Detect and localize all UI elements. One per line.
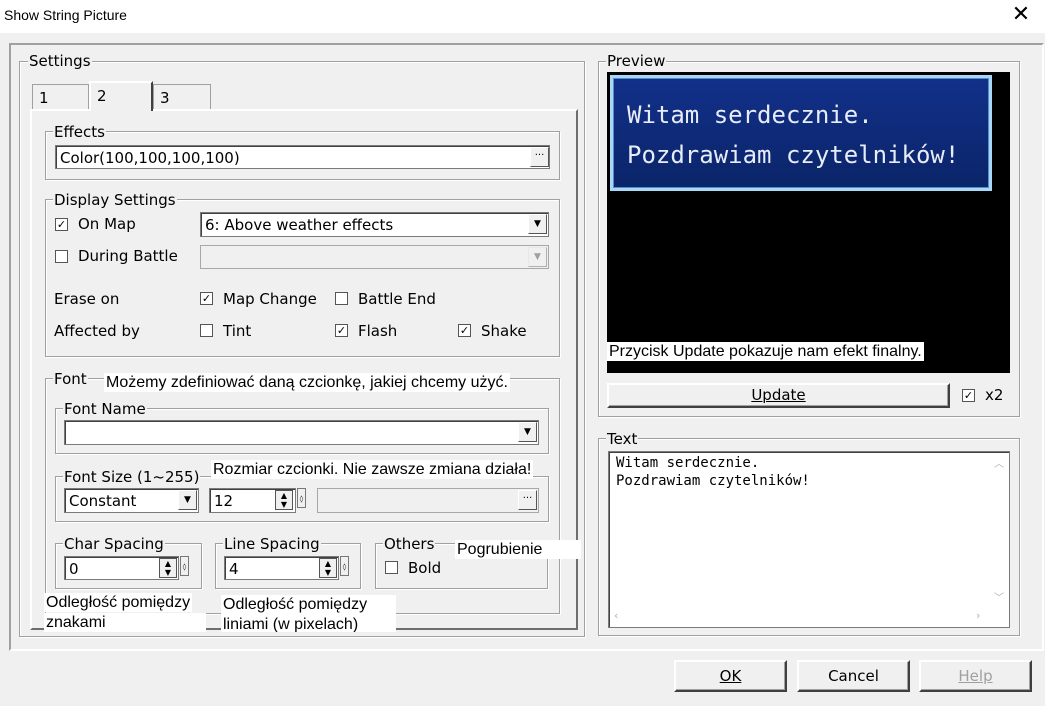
cancel-button[interactable]: Cancel — [797, 660, 910, 692]
font-size-stepper[interactable]: ▲ ▼ — [275, 490, 293, 510]
annotation-update: Przycisk Update pokazuje nam efekt final… — [607, 342, 924, 361]
line-spacing-value: 4 — [229, 560, 239, 578]
line-spacing-input[interactable]: 4 ▲ ▼ — [224, 556, 339, 580]
title-bar: Show String Picture ✕ — [0, 0, 1045, 33]
x2-label: x2 — [985, 386, 1004, 404]
preview-line-1: Witam serdecznie. — [627, 101, 873, 129]
font-size-value: 12 — [214, 492, 234, 510]
annotation-bold: Pogrubienie — [455, 540, 581, 559]
font-size-ellipsis-button[interactable]: ··· — [518, 490, 537, 510]
battle-end-label: Battle End — [358, 290, 436, 308]
text-line-1: Witam serdecznie. — [616, 455, 760, 471]
tint-label: Tint — [223, 322, 252, 340]
map-change-label: Map Change — [223, 290, 317, 308]
scrollbar-vertical[interactable]: ︿ ﹀ — [989, 453, 1008, 608]
font-size-input[interactable]: 12 ▲ ▼ — [209, 488, 296, 513]
update-button-label: Update — [751, 386, 806, 404]
preview-legend: Preview — [606, 52, 667, 70]
on-map-label: On Map — [78, 215, 136, 233]
annotation-line-spacing-2: liniami (w pixelach) — [221, 615, 396, 632]
flash-checkbox[interactable]: ✓ — [335, 324, 348, 337]
font-size-var-icon[interactable]: ◊ — [297, 488, 306, 508]
annotation-char-spacing-2: znakami — [44, 613, 206, 632]
tab-3[interactable]: 3 — [153, 84, 211, 110]
during-battle-label: During Battle — [78, 247, 178, 265]
during-battle-select[interactable]: ▼ — [200, 245, 549, 269]
effects-value: Color(100,100,100,100) — [60, 149, 240, 167]
line-spacing-stepper[interactable]: ▲ ▼ — [319, 558, 337, 578]
cancel-button-label: Cancel — [828, 667, 879, 685]
shake-checkbox[interactable]: ✓ — [458, 324, 471, 337]
preview-line-2: Pozdrawiam czytelników! — [627, 141, 960, 169]
tab-2[interactable]: 2 — [89, 81, 153, 111]
battle-end-checkbox[interactable] — [335, 292, 348, 305]
flash-label: Flash — [358, 322, 398, 340]
on-map-select[interactable]: 6: Above weather effects ▼ — [200, 212, 549, 237]
chevron-down-icon[interactable]: ▼ — [528, 247, 547, 267]
bold-checkbox[interactable] — [385, 561, 398, 574]
during-battle-checkbox[interactable] — [55, 250, 68, 263]
effects-legend: Effects — [53, 123, 106, 141]
affected-by-label: Affected by — [54, 322, 140, 340]
char-spacing-stepper[interactable]: ▲ ▼ — [159, 558, 177, 578]
help-button[interactable]: Help — [919, 660, 1032, 692]
font-legend: Font — [53, 370, 88, 388]
font-size-legend: Font Size (1~255) — [63, 468, 201, 486]
tab-3-label: 3 — [160, 89, 170, 107]
tint-checkbox[interactable] — [200, 324, 213, 337]
chevron-down-icon[interactable]: ▼ — [528, 214, 547, 234]
ok-button[interactable]: OK — [674, 660, 787, 692]
chevron-down-icon[interactable]: ▼ — [178, 490, 197, 510]
annotation-char-spacing-1: Odległość pomiędzy — [44, 593, 193, 612]
ok-button-label: OK — [719, 667, 742, 685]
scroll-right-icon[interactable]: › — [976, 609, 980, 622]
settings-legend: Settings — [28, 52, 92, 70]
annotation-font-size: Rozmiar czcionki. Nie zawsze zmiana dzia… — [211, 460, 534, 479]
text-legend: Text — [606, 430, 639, 448]
preview-canvas: Witam serdecznie. Pozdrawiam czytelników… — [607, 72, 1010, 373]
char-spacing-var-icon[interactable]: ◊ — [180, 556, 189, 576]
tab-1[interactable]: 1 — [32, 84, 89, 110]
font-name-legend: Font Name — [63, 400, 147, 418]
window-title: Show String Picture — [4, 7, 127, 23]
tab-2-label: 2 — [97, 87, 107, 105]
others-legend: Others — [383, 535, 436, 553]
chevron-down-icon[interactable]: ▼ — [518, 422, 537, 442]
char-spacing-value: 0 — [69, 560, 79, 578]
font-size-mode-value: Constant — [69, 492, 137, 510]
tab-1-label: 1 — [39, 89, 49, 107]
display-settings-legend: Display Settings — [53, 191, 177, 209]
x2-checkbox[interactable]: ✓ — [962, 389, 975, 402]
close-icon[interactable]: ✕ — [1008, 2, 1034, 28]
help-button-label: Help — [958, 667, 993, 685]
erase-on-label: Erase on — [54, 290, 120, 308]
bold-label: Bold — [408, 559, 442, 577]
font-size-mode-select[interactable]: Constant ▼ — [64, 488, 199, 513]
line-spacing-legend: Line Spacing — [223, 535, 321, 553]
scroll-left-icon[interactable]: ‹ — [614, 609, 618, 622]
effects-ellipsis-button[interactable]: ··· — [530, 147, 549, 167]
on-map-select-value: 6: Above weather effects — [205, 216, 394, 234]
shake-label: Shake — [481, 322, 527, 340]
on-map-checkbox[interactable]: ✓ — [55, 218, 68, 231]
font-name-select[interactable]: ▼ — [64, 420, 539, 445]
scroll-down-icon[interactable]: ﹀ — [994, 589, 1004, 604]
line-spacing-var-icon[interactable]: ◊ — [340, 556, 349, 576]
scrollbar-horizontal[interactable]: ‹ › — [610, 608, 989, 626]
char-spacing-input[interactable]: 0 ▲ ▼ — [64, 556, 179, 580]
map-change-checkbox[interactable]: ✓ — [200, 292, 213, 305]
char-spacing-legend: Char Spacing — [63, 535, 165, 553]
text-line-2: Pozdrawiam czytelników! — [616, 473, 810, 489]
annotation-font: Możemy zdefiniować daną czcionkę, jakiej… — [104, 373, 510, 392]
annotation-line-spacing-1: Odległość pomiędzy — [221, 595, 396, 614]
text-area[interactable]: Witam serdecznie. Pozdrawiam czytelników… — [608, 451, 1010, 628]
update-button[interactable]: Update — [607, 383, 950, 408]
preview-message-window: Witam serdecznie. Pozdrawiam czytelników… — [610, 75, 992, 191]
effects-field[interactable]: Color(100,100,100,100) ··· — [55, 145, 550, 169]
scroll-up-icon[interactable]: ︿ — [994, 455, 1004, 470]
font-size-variable-field[interactable]: ··· — [317, 488, 539, 513]
